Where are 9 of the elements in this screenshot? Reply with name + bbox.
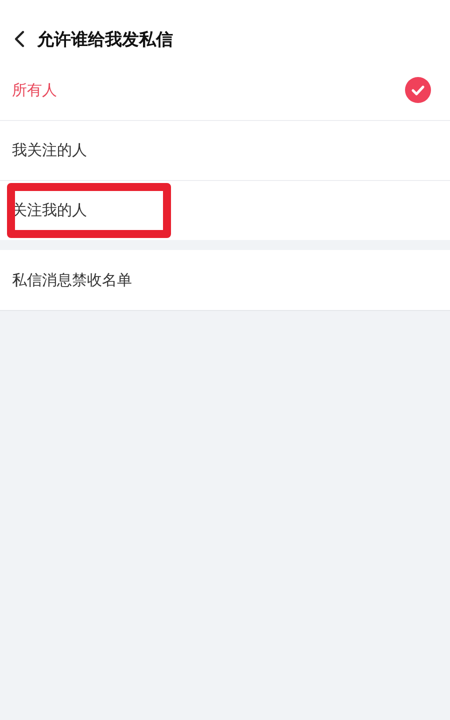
option-row[interactable]: 所有人 — [0, 60, 450, 120]
option-row[interactable]: 我关注的人 — [0, 120, 450, 180]
page-title: 允许谁给我发私信 — [37, 28, 173, 50]
block-list-label: 私信消息禁收名单 — [12, 270, 132, 290]
back-icon[interactable] — [13, 30, 25, 48]
block-list-row[interactable]: 私信消息禁收名单 — [0, 250, 450, 310]
option-label: 我关注的人 — [12, 141, 87, 160]
option-label: 所有人 — [12, 80, 57, 100]
check-icon — [405, 77, 431, 103]
